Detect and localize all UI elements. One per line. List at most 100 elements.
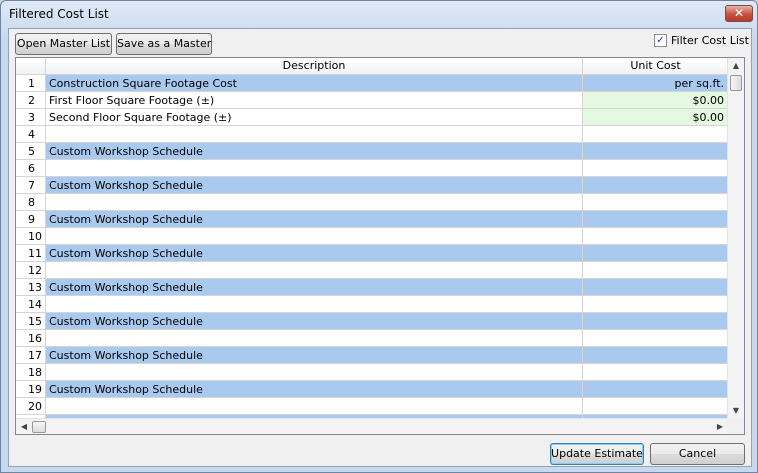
- filter-cost-list-label[interactable]: Filter Cost List: [671, 34, 749, 47]
- table-row[interactable]: 8: [16, 194, 728, 211]
- row-number: 7: [16, 177, 46, 194]
- unit-cost-cell[interactable]: [583, 160, 728, 177]
- horizontal-scrollbar[interactable]: ◀ ▶: [16, 418, 728, 434]
- description-cell[interactable]: Custom Workshop Schedule: [46, 177, 583, 194]
- table-row[interactable]: 7 Custom Workshop Schedule: [16, 177, 728, 194]
- description-column-header[interactable]: Description: [46, 58, 583, 74]
- table-row[interactable]: 16: [16, 330, 728, 347]
- description-cell[interactable]: Custom Workshop Schedule: [46, 279, 583, 296]
- unit-cost-cell[interactable]: [583, 126, 728, 143]
- table-row[interactable]: 15 Custom Workshop Schedule: [16, 313, 728, 330]
- description-cell[interactable]: Construction Square Footage Cost: [46, 75, 583, 92]
- unit-cost-cell[interactable]: [583, 381, 728, 398]
- table-row[interactable]: 5 Custom Workshop Schedule: [16, 143, 728, 160]
- row-number: 3: [16, 109, 46, 126]
- description-cell[interactable]: Custom Workshop Schedule: [46, 313, 583, 330]
- table-row[interactable]: 9 Custom Workshop Schedule: [16, 211, 728, 228]
- scroll-left-icon[interactable]: ◀: [16, 419, 32, 434]
- table-row[interactable]: 6: [16, 160, 728, 177]
- table-row[interactable]: 12: [16, 262, 728, 279]
- description-cell[interactable]: [46, 228, 583, 245]
- row-number: 16: [16, 330, 46, 347]
- description-cell[interactable]: [46, 296, 583, 313]
- table-row[interactable]: 18: [16, 364, 728, 381]
- unit-cost-cell[interactable]: [583, 245, 728, 262]
- scrollbar-corner: [727, 418, 744, 434]
- table-row[interactable]: 3 Second Floor Square Footage (±) $0.00: [16, 109, 728, 126]
- unit-cost-cell[interactable]: [583, 143, 728, 160]
- grid-header: Description Unit Cost: [16, 58, 728, 75]
- row-number: 4: [16, 126, 46, 143]
- table-row[interactable]: 1 Construction Square Footage Cost per sq.…: [16, 75, 728, 92]
- description-cell[interactable]: Custom Workshop Schedule: [46, 347, 583, 364]
- cost-list-grid: Description Unit Cost 1 Construction Squa…: [15, 57, 745, 435]
- table-row[interactable]: 17 Custom Workshop Schedule: [16, 347, 728, 364]
- table-row[interactable]: 10: [16, 228, 728, 245]
- filter-cost-list-checkbox[interactable]: ✓: [654, 34, 667, 47]
- row-number: 15: [16, 313, 46, 330]
- description-cell[interactable]: [46, 398, 583, 415]
- description-cell[interactable]: [46, 126, 583, 143]
- unit-cost-cell[interactable]: [583, 330, 728, 347]
- description-cell[interactable]: Custom Workshop Schedule: [46, 211, 583, 228]
- scroll-up-icon[interactable]: ▲: [728, 58, 744, 74]
- description-cell[interactable]: First Floor Square Footage (±): [46, 92, 583, 109]
- table-row[interactable]: 2 First Floor Square Footage (±) $0.00: [16, 92, 728, 109]
- row-number: 20: [16, 398, 46, 415]
- row-number-header: [16, 58, 46, 74]
- unit-cost-cell[interactable]: per sq.ft.: [583, 75, 728, 92]
- vertical-scroll-thumb[interactable]: [730, 75, 742, 91]
- description-cell[interactable]: Custom Workshop Schedule: [46, 381, 583, 398]
- table-row[interactable]: 14: [16, 296, 728, 313]
- description-cell[interactable]: [46, 330, 583, 347]
- row-number: 8: [16, 194, 46, 211]
- row-number: 17: [16, 347, 46, 364]
- table-row[interactable]: 4: [16, 126, 728, 143]
- table-row[interactable]: 11 Custom Workshop Schedule: [16, 245, 728, 262]
- save-as-master-button[interactable]: Save as a Master: [116, 33, 212, 55]
- unit-cost-cell[interactable]: [583, 296, 728, 313]
- unit-cost-cell[interactable]: [583, 398, 728, 415]
- unit-cost-cell[interactable]: [583, 194, 728, 211]
- unit-cost-cell[interactable]: [583, 279, 728, 296]
- cancel-button[interactable]: Cancel: [650, 443, 745, 465]
- filtered-cost-list-window: Filtered Cost List ✕ Open Master List Sa…: [0, 0, 758, 473]
- close-icon[interactable]: ✕: [725, 5, 753, 22]
- unit-cost-cell[interactable]: [583, 211, 728, 228]
- row-number: 10: [16, 228, 46, 245]
- unit-cost-cell[interactable]: $0.00: [583, 109, 728, 126]
- table-row[interactable]: 13 Custom Workshop Schedule: [16, 279, 728, 296]
- row-number: 14: [16, 296, 46, 313]
- table-row[interactable]: 19 Custom Workshop Schedule: [16, 381, 728, 398]
- description-cell[interactable]: Custom Workshop Schedule: [46, 143, 583, 160]
- unit-cost-cell[interactable]: [583, 262, 728, 279]
- row-number: 2: [16, 92, 46, 109]
- scroll-down-icon[interactable]: ▼: [728, 403, 744, 419]
- unit-cost-cell[interactable]: [583, 313, 728, 330]
- horizontal-scroll-thumb[interactable]: [32, 421, 46, 433]
- description-cell[interactable]: [46, 160, 583, 177]
- dialog-body: Open Master List Save as a Master ✓ Filt…: [8, 28, 752, 467]
- scroll-right-icon[interactable]: ▶: [712, 419, 728, 434]
- open-master-list-button[interactable]: Open Master List: [15, 33, 112, 55]
- vertical-scrollbar[interactable]: ▲ ▼: [727, 58, 744, 419]
- unit-cost-cell[interactable]: [583, 228, 728, 245]
- row-number: 9: [16, 211, 46, 228]
- update-estimate-button[interactable]: Update Estimate: [550, 443, 644, 465]
- description-cell[interactable]: [46, 364, 583, 381]
- unit-cost-cell[interactable]: [583, 364, 728, 381]
- description-cell[interactable]: Custom Workshop Schedule: [46, 245, 583, 262]
- row-number: 5: [16, 143, 46, 160]
- window-title: Filtered Cost List: [9, 7, 109, 21]
- description-cell[interactable]: [46, 262, 583, 279]
- unit-cost-column-header[interactable]: Unit Cost: [583, 58, 728, 74]
- description-cell[interactable]: [46, 194, 583, 211]
- unit-cost-cell[interactable]: $0.00: [583, 92, 728, 109]
- unit-cost-cell[interactable]: [583, 347, 728, 364]
- title-bar[interactable]: Filtered Cost List ✕: [1, 1, 757, 27]
- row-number: 6: [16, 160, 46, 177]
- table-row[interactable]: 20: [16, 398, 728, 415]
- row-number: 13: [16, 279, 46, 296]
- unit-cost-cell[interactable]: [583, 177, 728, 194]
- description-cell[interactable]: Second Floor Square Footage (±): [46, 109, 583, 126]
